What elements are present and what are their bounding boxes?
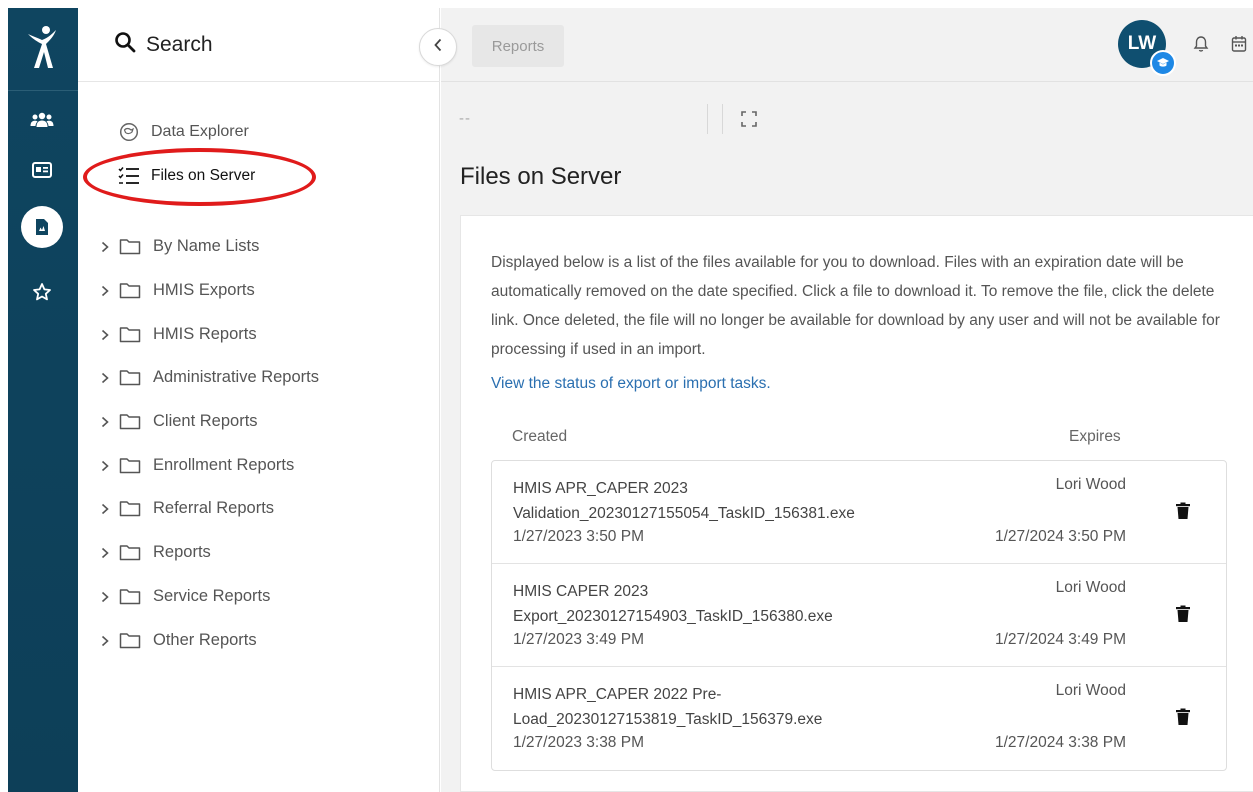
file-created-date: 1/27/2023 3:49 PM	[513, 631, 644, 648]
report-icon[interactable]	[21, 206, 63, 248]
toolbar-divider	[707, 104, 723, 134]
file-name-link[interactable]: HMIS APR_CAPER 2022 Pre-Load_20230127153…	[513, 682, 943, 732]
folder-icon	[119, 544, 141, 561]
folder-icon	[119, 326, 141, 343]
tab-reports[interactable]: Reports	[472, 25, 564, 67]
folder-label: Service Reports	[153, 587, 271, 605]
folder-item[interactable]: Service Reports	[100, 587, 270, 606]
file-owner: Lori Wood	[1055, 476, 1126, 493]
search-label: Search	[146, 32, 213, 56]
folder-item[interactable]: By Name Lists	[100, 237, 259, 256]
folder-item[interactable]: Referral Reports	[100, 499, 274, 518]
folder-item[interactable]: HMIS Reports	[100, 325, 257, 344]
folder-label: HMIS Exports	[153, 281, 255, 299]
chevron-right-icon[interactable]	[100, 285, 112, 297]
graduation-cap-icon	[1150, 50, 1176, 76]
file-row[interactable]: HMIS CAPER 2023 Export_20230127154903_Ta…	[492, 564, 1226, 667]
search-icon	[114, 31, 136, 58]
folder-item[interactable]: Other Reports	[100, 631, 257, 650]
breadcrumb: --	[459, 110, 471, 127]
folder-item[interactable]: Client Reports	[100, 412, 258, 431]
folder-icon	[119, 282, 141, 299]
app-rail	[8, 8, 78, 792]
chevron-left-icon	[433, 38, 443, 57]
file-owner: Lori Wood	[1055, 579, 1126, 596]
id-card-icon[interactable]	[20, 150, 64, 190]
trash-icon	[1176, 708, 1190, 725]
chevron-right-icon[interactable]	[100, 547, 112, 559]
folder-icon	[119, 413, 141, 430]
file-expires-date: 1/27/2024 3:49 PM	[995, 631, 1126, 648]
task-status-link[interactable]: View the status of export or import task…	[491, 375, 771, 393]
folder-icon	[119, 238, 141, 255]
chevron-right-icon[interactable]	[100, 591, 112, 603]
page-title: Files on Server	[460, 163, 622, 190]
file-row[interactable]: HMIS APR_CAPER 2022 Pre-Load_20230127153…	[492, 667, 1226, 770]
calendar-icon[interactable]	[1230, 34, 1248, 54]
folder-item[interactable]: Enrollment Reports	[100, 456, 294, 475]
folder-icon	[119, 588, 141, 605]
chevron-right-icon[interactable]	[100, 372, 112, 384]
file-created-date: 1/27/2023 3:38 PM	[513, 734, 644, 751]
folder-label: Reports	[153, 543, 211, 561]
nav-label: Data Explorer	[151, 123, 249, 140]
delete-file-button[interactable]	[1175, 605, 1191, 623]
folder-icon	[119, 500, 141, 517]
file-name-link[interactable]: HMIS CAPER 2023 Export_20230127154903_Ta…	[513, 579, 943, 629]
app-logo[interactable]	[24, 22, 60, 72]
folder-label: Enrollment Reports	[153, 456, 295, 474]
collapse-sidebar-button[interactable]	[419, 28, 457, 66]
file-owner: Lori Wood	[1055, 682, 1126, 699]
rail-divider	[8, 90, 78, 91]
intro-text: Displayed below is a list of the files a…	[491, 254, 1220, 358]
folder-label: By Name Lists	[153, 237, 260, 255]
folder-icon	[119, 457, 141, 474]
compass-icon	[118, 121, 140, 143]
chevron-right-icon[interactable]	[100, 329, 112, 341]
fullscreen-icon[interactable]	[740, 110, 758, 128]
checklist-icon	[118, 165, 140, 187]
chevron-right-icon[interactable]	[100, 635, 112, 647]
nav-label: Files on Server	[151, 167, 256, 184]
folder-label: Administrative Reports	[153, 368, 319, 386]
trash-icon	[1176, 605, 1190, 622]
chevron-right-icon[interactable]	[100, 416, 112, 428]
folder-label: Referral Reports	[153, 499, 275, 517]
bell-icon[interactable]	[1192, 34, 1210, 54]
people-icon[interactable]	[20, 100, 64, 140]
folder-item[interactable]: Reports	[100, 543, 211, 562]
folder-item[interactable]: Administrative Reports	[100, 368, 319, 387]
delete-file-button[interactable]	[1175, 708, 1191, 726]
column-header-created: Created	[512, 428, 568, 445]
nav-data-explorer[interactable]: Data Explorer	[118, 121, 249, 143]
folder-item[interactable]: HMIS Exports	[100, 281, 255, 300]
file-expires-date: 1/27/2024 3:38 PM	[995, 734, 1126, 751]
search-header[interactable]: Search	[78, 8, 440, 82]
file-name-link[interactable]: HMIS APR_CAPER 2023 Validation_202301271…	[513, 476, 943, 526]
delete-file-button[interactable]	[1175, 502, 1191, 520]
folder-label: HMIS Reports	[153, 325, 257, 343]
folder-icon	[119, 369, 141, 386]
folder-icon	[119, 632, 141, 649]
folder-label: Other Reports	[153, 631, 257, 649]
chevron-right-icon[interactable]	[100, 241, 112, 253]
file-row[interactable]: HMIS APR_CAPER 2023 Validation_202301271…	[492, 461, 1226, 564]
column-header-expires: Expires	[1069, 428, 1121, 445]
nav-files-on-server[interactable]: Files on Server	[118, 165, 255, 187]
file-expires-date: 1/27/2024 3:50 PM	[995, 528, 1126, 545]
chevron-right-icon[interactable]	[100, 503, 112, 515]
file-list: HMIS APR_CAPER 2023 Validation_202301271…	[491, 460, 1227, 771]
trash-icon	[1176, 502, 1190, 519]
chevron-right-icon[interactable]	[100, 460, 112, 472]
folder-label: Client Reports	[153, 412, 258, 430]
file-created-date: 1/27/2023 3:50 PM	[513, 528, 644, 545]
star-icon[interactable]	[20, 272, 64, 312]
